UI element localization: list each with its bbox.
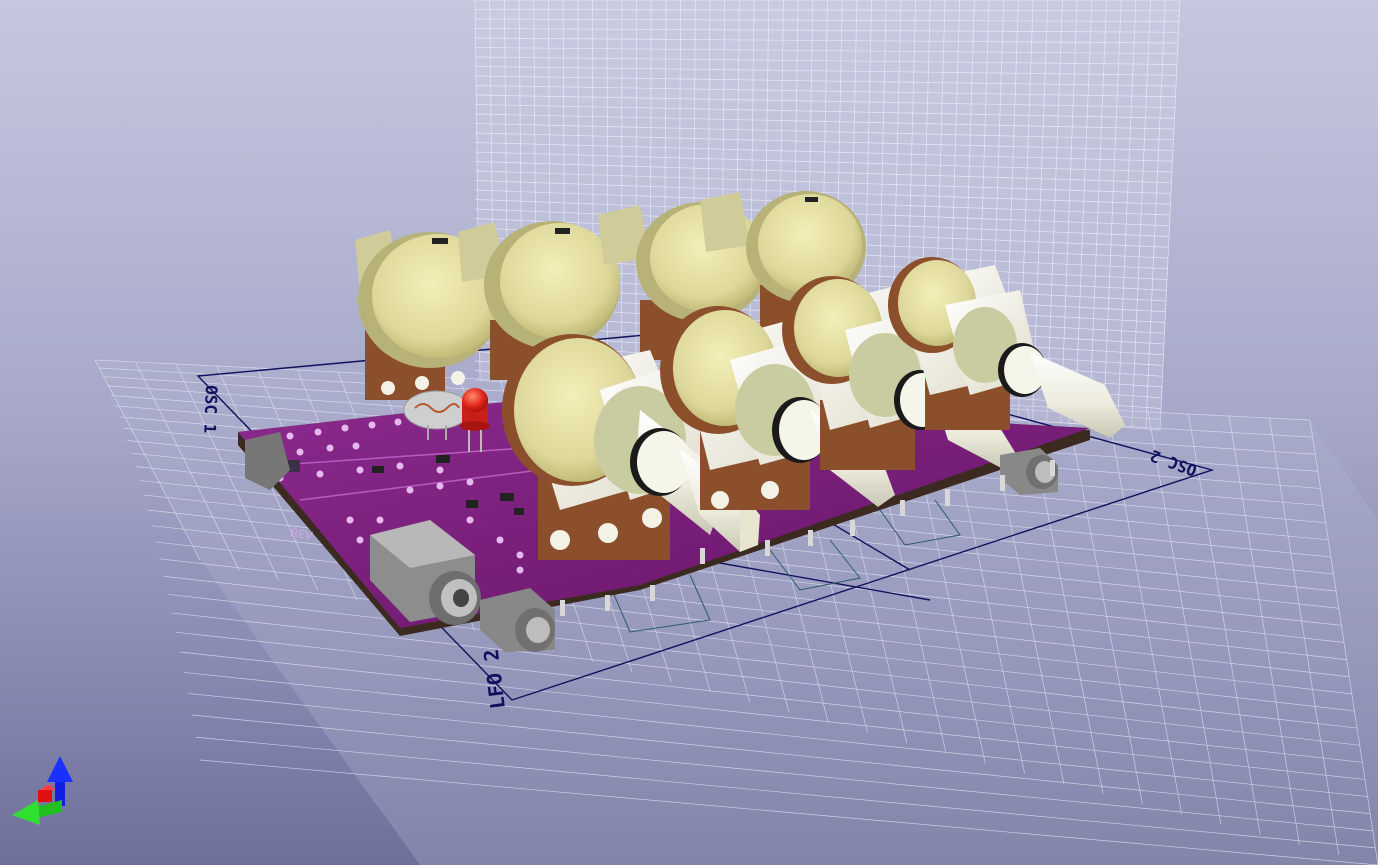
header-pin	[1000, 475, 1005, 491]
label-osc1: OSC 1	[200, 385, 221, 434]
header-pin	[650, 585, 655, 601]
pcb-pad	[326, 444, 334, 452]
pcb-pad	[516, 551, 524, 559]
pcb-pad	[346, 516, 354, 524]
pcb-pad	[394, 418, 402, 426]
pcb-pad	[356, 536, 364, 544]
y-axis-arrow	[12, 800, 62, 825]
header-pin	[605, 595, 610, 611]
pcb-pad	[496, 536, 504, 544]
pcb-pad	[436, 466, 444, 474]
3d-viewport[interactable]: OSC 1 OSC 2 LFO 2 REV	[0, 0, 1378, 865]
pcb-pad	[376, 516, 384, 524]
pcb-pad	[466, 516, 474, 524]
axis-gizmo	[12, 756, 73, 825]
pcb-pad	[466, 478, 474, 486]
pcb-pad	[341, 424, 349, 432]
header-pin	[808, 530, 813, 546]
pcb-pad	[356, 466, 364, 474]
header-pin	[700, 548, 705, 564]
pcb-pad	[286, 432, 294, 440]
pcb-pad	[436, 482, 444, 490]
pcb-pad	[406, 486, 414, 494]
pcb-3d-scene[interactable]: OSC 1 OSC 2 LFO 2 REV	[0, 0, 1378, 865]
header-pin	[900, 500, 905, 516]
pcb-pad	[516, 566, 524, 574]
header-pin	[850, 520, 855, 536]
x-axis-arrow	[38, 784, 56, 802]
header-pin	[1050, 460, 1055, 476]
header-pin	[560, 600, 565, 616]
pcb-pad	[316, 470, 324, 478]
header-pin	[945, 490, 950, 506]
pcb-pad	[396, 462, 404, 470]
pcb-pad	[314, 428, 322, 436]
header-pin	[765, 540, 770, 556]
pcb-pad	[368, 421, 376, 429]
pcb-pad	[352, 442, 360, 450]
pcb-pad	[296, 448, 304, 456]
